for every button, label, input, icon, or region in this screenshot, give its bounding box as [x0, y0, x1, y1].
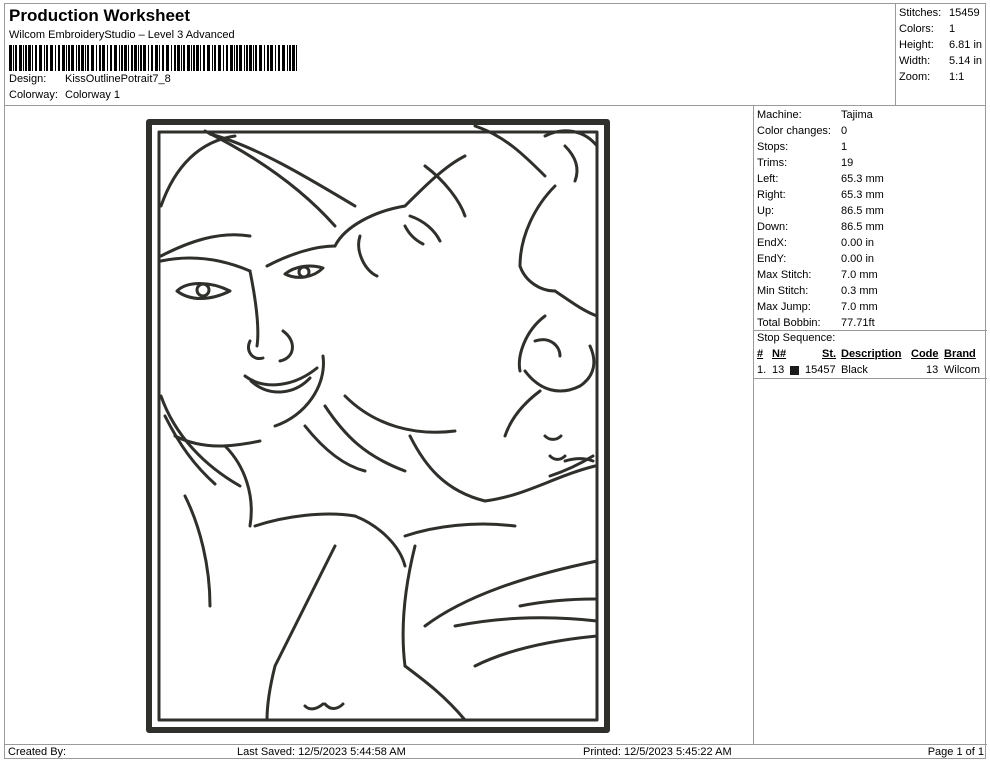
design-label: Design:	[9, 73, 47, 85]
section-divider	[754, 330, 987, 331]
property-row: Down: 86.5 mm	[757, 221, 884, 233]
machine-properties-panel: Machine: Tajima Color changes: 0 Stops: 1 T…	[753, 106, 987, 744]
design-preview	[5, 106, 753, 744]
printed-text: Printed: 12/5/2023 5:45:22 AM	[583, 746, 732, 758]
page-title: Production Worksheet	[9, 6, 191, 25]
colorway-value: Colorway 1	[65, 89, 121, 101]
stop-sequence-header: # N# St. Description Code Brand	[757, 348, 976, 360]
property-row: Machine: Tajima	[757, 109, 873, 121]
embroidery-design-image	[146, 119, 610, 733]
worksheet-header: Production Worksheet Wilcom EmbroiderySt…	[5, 4, 895, 106]
property-row: Left: 65.3 mm	[757, 173, 884, 185]
property-row: EndY: 0.00 in	[757, 253, 875, 265]
property-row: EndX: 0.00 in	[757, 237, 875, 249]
property-row: Trims: 19	[757, 157, 854, 169]
barcode	[9, 45, 297, 71]
design-stitches	[146, 119, 610, 733]
design-name: KissOutlinePotrait7_8	[65, 73, 171, 85]
worksheet: Production Worksheet Wilcom EmbroiderySt…	[4, 3, 987, 760]
colorway-label: Colorway:	[9, 89, 58, 101]
page-number: Page 1 of 1	[927, 746, 984, 758]
design-summary: Stitches: 15459 Colors: 1 Height: 6.81 in W…	[895, 4, 986, 106]
stop-sequence-title: Stop Sequence:	[757, 332, 836, 344]
property-row: Min Stitch: 0.3 mm	[757, 285, 878, 297]
created-by-label: Created By:	[8, 746, 67, 758]
property-row: Max Stitch: 7.0 mm	[757, 269, 878, 281]
thread-color-swatch	[790, 366, 799, 375]
property-row: Color changes: 0	[757, 125, 848, 137]
software-subtitle: Wilcom EmbroideryStudio – Level 3 Advanc…	[9, 29, 235, 41]
property-row: Right: 65.3 mm	[757, 189, 884, 201]
portrait-outline	[159, 124, 599, 722]
stop-sequence-row: 1. 13 15457 Black 13 Wilcom	[757, 364, 981, 376]
last-saved-text: Last Saved: 12/5/2023 5:44:58 AM	[237, 746, 406, 758]
worksheet-footer: Created By: Last Saved: 12/5/2023 5:44:5…	[5, 744, 987, 760]
section-divider	[754, 378, 987, 379]
property-row: Up: 86.5 mm	[757, 205, 884, 217]
property-row: Stops: 1	[757, 141, 848, 153]
property-row: Max Jump: 7.0 mm	[757, 301, 878, 313]
